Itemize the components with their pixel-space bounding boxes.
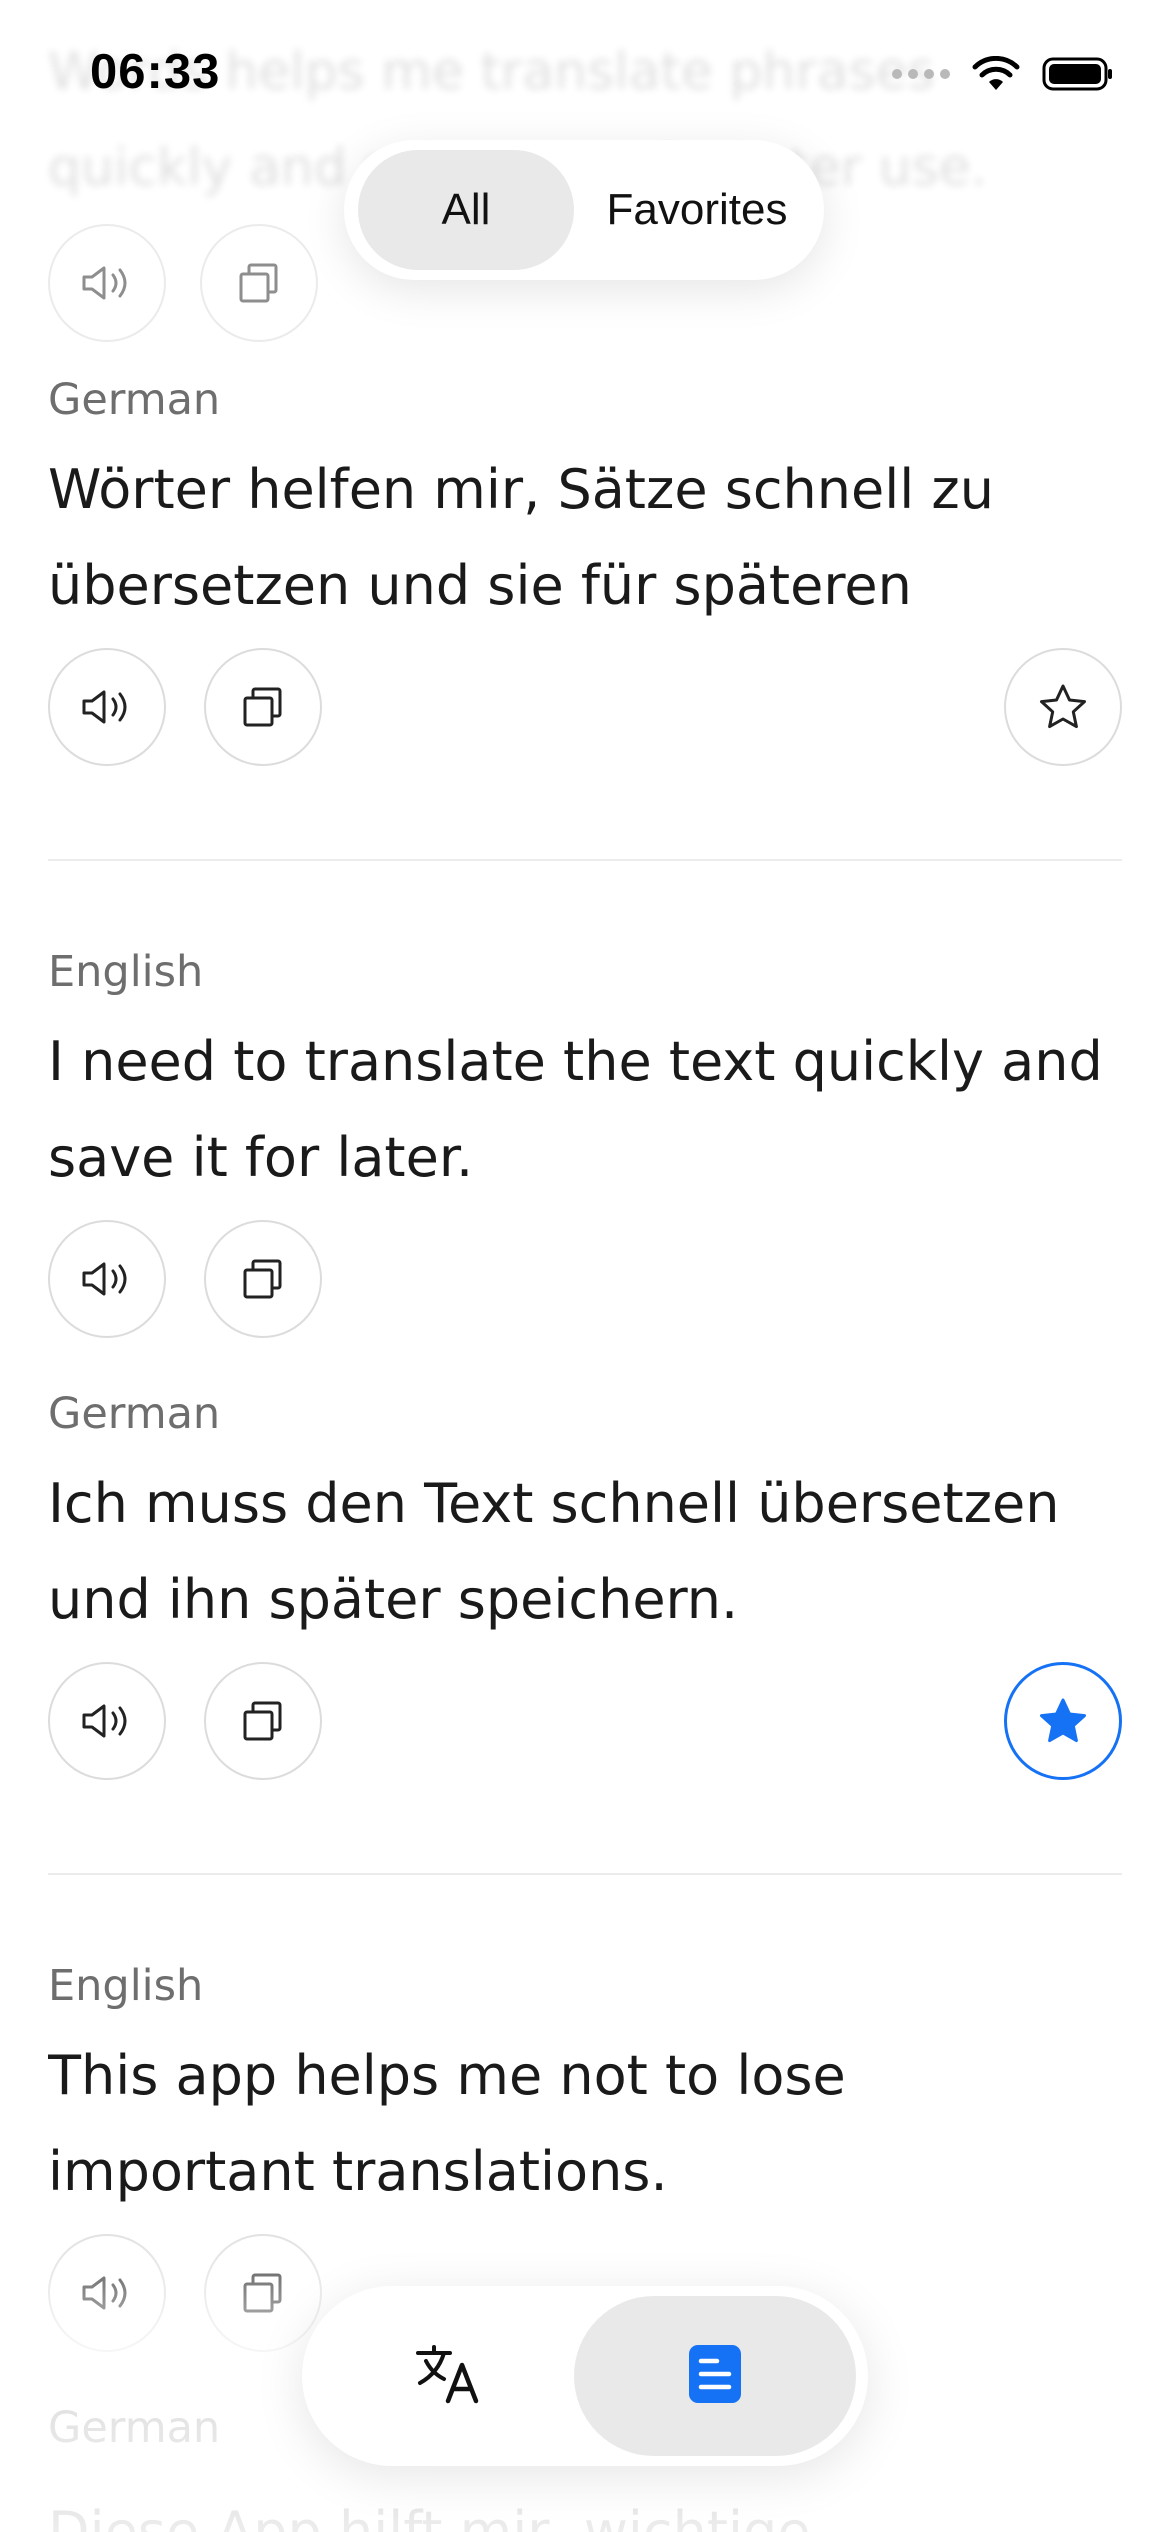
- copy-button[interactable]: [204, 648, 322, 766]
- document-icon: [687, 2343, 743, 2409]
- phrase-actions: [48, 648, 1122, 770]
- speak-button[interactable]: [48, 1220, 166, 1338]
- tab-favorites[interactable]: Favorites: [584, 150, 810, 270]
- status-time: 06:33: [90, 45, 221, 99]
- favorite-button[interactable]: [1004, 1662, 1122, 1780]
- copy-icon: [240, 684, 286, 730]
- tab-saved[interactable]: [574, 2296, 856, 2456]
- divider: [48, 1873, 1122, 1875]
- star-filled-icon: [1037, 1696, 1089, 1746]
- copy-button[interactable]: [204, 2234, 322, 2352]
- wifi-icon: [972, 56, 1020, 90]
- bottom-tab-bar: [302, 2286, 868, 2466]
- filter-segmented-control: All Favorites: [344, 140, 824, 280]
- speaker-icon: [80, 1259, 134, 1299]
- phrase-text: Ich muss den Text schnell übersetzen und…: [48, 1472, 1060, 1631]
- language-label: English: [48, 1961, 204, 2011]
- speaker-icon: [80, 687, 134, 727]
- copy-button[interactable]: [200, 224, 318, 342]
- speak-button[interactable]: [48, 1662, 166, 1780]
- phrase-actions: [48, 1220, 1122, 1342]
- list-item: English I need to translate the text qui…: [48, 942, 1122, 1342]
- list-item: German Ich muss den Text schnell überset…: [48, 1384, 1122, 1784]
- copy-icon: [240, 1698, 286, 1744]
- language-label: German: [48, 375, 221, 425]
- copy-icon: [236, 260, 282, 306]
- divider: [48, 859, 1122, 861]
- phrase-text: Diese App hilft mir, wichtige: [48, 2500, 811, 2532]
- phrase-actions: [48, 1662, 1122, 1784]
- list-item: German Wörter helfen mir, Sätze schnell …: [48, 370, 1122, 770]
- speak-button[interactable]: [48, 648, 166, 766]
- phrase-text: Wörter helfen mir, Sätze schnell zu über…: [48, 458, 994, 617]
- copy-icon: [240, 2270, 286, 2316]
- status-bar: 06:33: [0, 0, 1170, 150]
- favorite-button[interactable]: [1004, 648, 1122, 766]
- star-outline-icon: [1037, 682, 1089, 732]
- speak-button[interactable]: [48, 224, 166, 342]
- translate-icon: [414, 2343, 484, 2409]
- signal-dots-icon: [892, 69, 950, 79]
- scrolled-phrase-actions: [48, 224, 318, 342]
- battery-icon: [1042, 57, 1112, 91]
- copy-icon: [240, 1256, 286, 1302]
- speaker-icon: [80, 263, 134, 303]
- speaker-icon: [80, 1701, 134, 1741]
- phrase-text: I need to translate the text quickly and…: [48, 1030, 1103, 1189]
- tab-translate[interactable]: [316, 2296, 582, 2456]
- screen: Words helps me translate phrases quickly…: [0, 0, 1170, 2532]
- status-icons: [892, 52, 1114, 96]
- speaker-icon: [80, 2273, 134, 2313]
- speak-button[interactable]: [48, 2234, 166, 2352]
- tab-all[interactable]: All: [358, 150, 574, 270]
- language-label: English: [48, 947, 204, 997]
- language-label: German: [48, 1389, 221, 1439]
- copy-button[interactable]: [204, 1662, 322, 1780]
- phrase-text: This app helps me not to lose important …: [48, 2044, 846, 2203]
- copy-button[interactable]: [204, 1220, 322, 1338]
